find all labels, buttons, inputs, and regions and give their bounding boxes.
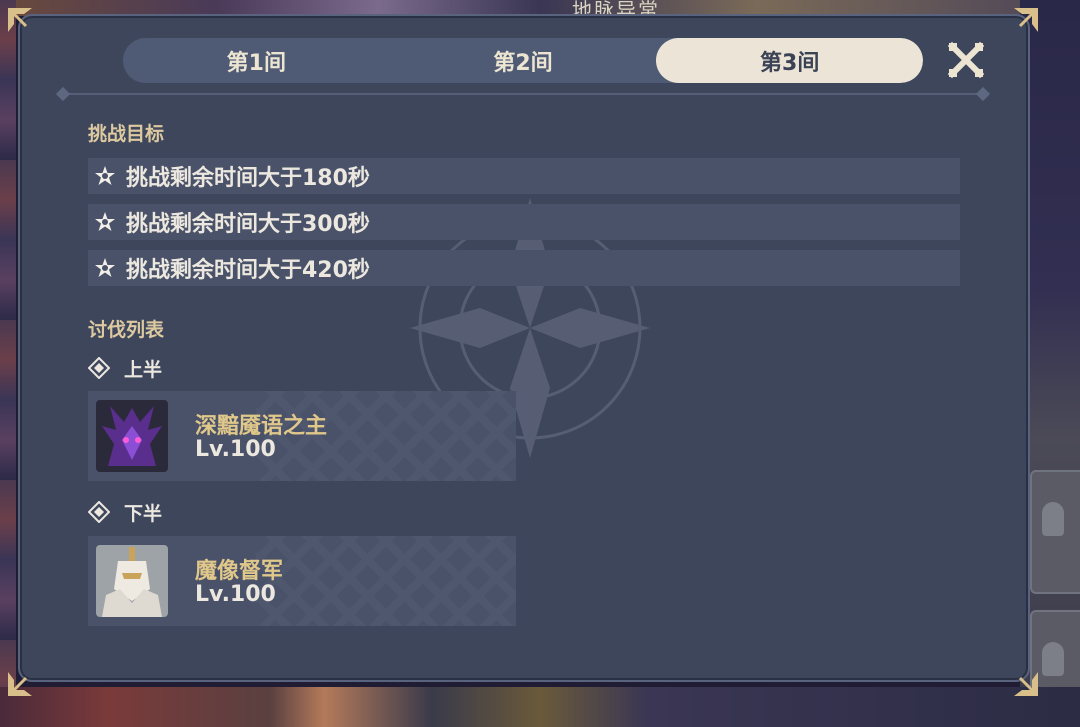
person-icon — [1042, 642, 1064, 676]
dark-purple-boss-portrait — [96, 400, 168, 472]
second-half-text: 下半 — [124, 502, 163, 525]
enemy-level: Lv.100 — [195, 582, 276, 607]
goal-row: 挑战剩余时间大于300秒 — [88, 204, 960, 240]
enemy-card[interactable]: 深黯魇语之主 Lv.100 — [88, 391, 516, 481]
tab-chamber-2[interactable]: 第2间 — [390, 38, 657, 83]
background-bottom-band — [0, 687, 1080, 727]
background-left-strip — [0, 0, 16, 727]
corner-ornament-icon — [6, 6, 36, 36]
goal-text: 挑战剩余时间大于300秒 — [126, 212, 370, 237]
corner-ornament-icon — [1010, 668, 1040, 698]
corner-ornament-icon — [1010, 6, 1040, 36]
card-pattern — [256, 536, 516, 626]
background-right-card — [1030, 470, 1080, 594]
goal-row: 挑战剩余时间大于180秒 — [88, 158, 960, 194]
star-icon — [94, 257, 116, 279]
enemy-name: 深黯魇语之主 — [195, 414, 328, 439]
second-half-label: 下半 — [88, 499, 162, 525]
goal-text: 挑战剩余时间大于420秒 — [126, 258, 370, 283]
enemy-name: 魔像督军 — [195, 559, 284, 584]
first-half-label: 上半 — [88, 355, 162, 381]
white-armored-golem-portrait — [96, 545, 168, 617]
enemy-list-title: 讨伐列表 — [88, 319, 165, 341]
close-x-icon[interactable] — [946, 40, 986, 80]
challenge-goals-title: 挑战目标 — [88, 123, 165, 145]
person-icon — [1042, 502, 1064, 536]
corner-ornament-icon — [6, 668, 36, 698]
tab-chamber-1[interactable]: 第1间 — [123, 38, 390, 83]
enemy-level: Lv.100 — [195, 437, 276, 462]
star-icon — [94, 165, 116, 187]
enemy-card[interactable]: 魔像督军 Lv.100 — [88, 536, 516, 626]
tab-chamber-3[interactable]: 第3间 — [656, 38, 923, 83]
goal-row: 挑战剩余时间大于420秒 — [88, 250, 960, 286]
diamond-icon — [88, 501, 110, 523]
first-half-text: 上半 — [124, 358, 163, 381]
diamond-icon — [88, 357, 110, 379]
chamber-tabs: 第1间 第2间 第3间 — [123, 38, 923, 83]
header-divider — [55, 86, 991, 102]
goal-text: 挑战剩余时间大于180秒 — [126, 166, 370, 191]
star-icon — [94, 211, 116, 233]
